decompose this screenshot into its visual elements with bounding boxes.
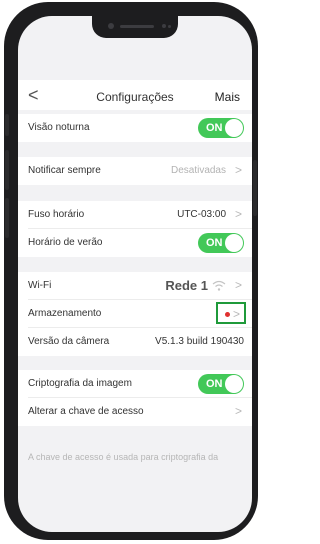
sensor-icon bbox=[162, 24, 166, 28]
screen: < Configurações Mais Visão noturna ON No… bbox=[18, 16, 252, 532]
phone-power-button bbox=[253, 160, 257, 216]
sensor-icon bbox=[168, 25, 171, 28]
phone-notch bbox=[92, 16, 178, 38]
speaker-icon bbox=[120, 25, 154, 28]
dst-toggle[interactable]: ON bbox=[198, 233, 244, 253]
setting-row-night-vision: Visão noturna ON bbox=[18, 114, 252, 142]
chevron-right-icon: > bbox=[234, 404, 242, 418]
toggle-knob bbox=[225, 234, 243, 252]
setting-label: Fuso horário bbox=[28, 209, 85, 220]
setting-row-change-key[interactable]: Alterar a chave de acesso > bbox=[18, 398, 252, 426]
setting-row-storage[interactable]: Armazenamento > bbox=[18, 300, 252, 328]
navigation-bar: < Configurações Mais bbox=[18, 80, 252, 110]
toggle-label: ON bbox=[206, 237, 223, 249]
toggle-knob bbox=[225, 375, 243, 393]
night-vision-toggle[interactable]: ON bbox=[198, 118, 244, 138]
setting-row-dst: Horário de verão ON bbox=[18, 229, 252, 257]
chevron-right-icon: > bbox=[234, 163, 242, 177]
chevron-right-icon: > bbox=[234, 278, 242, 292]
setting-label: Horário de verão bbox=[28, 237, 103, 248]
setting-row-timezone[interactable]: Fuso horário UTC-03:00 > bbox=[18, 201, 252, 229]
setting-label: Criptografia da imagem bbox=[28, 378, 132, 389]
wifi-icon bbox=[212, 280, 226, 291]
phone-side-button bbox=[5, 114, 9, 136]
setting-label: Versão da câmera bbox=[28, 336, 110, 347]
setting-value: Desativadas bbox=[170, 165, 226, 176]
image-encryption-toggle[interactable]: ON bbox=[198, 374, 244, 394]
wifi-network-name: Rede 1 bbox=[165, 278, 208, 293]
setting-label: Wi-Fi bbox=[28, 280, 52, 291]
red-dot-icon bbox=[225, 312, 230, 317]
phone-frame: < Configurações Mais Visão noturna ON No… bbox=[4, 2, 258, 540]
storage-status-highlight[interactable]: > bbox=[216, 302, 246, 324]
toggle-label: ON bbox=[206, 122, 223, 134]
camera-icon bbox=[108, 23, 114, 29]
setting-label: Visão noturna bbox=[28, 122, 90, 133]
setting-label: Armazenamento bbox=[28, 308, 102, 319]
setting-label: Alterar a chave de acesso bbox=[28, 406, 144, 417]
setting-value: V5.1.3 build 190430 bbox=[155, 336, 244, 347]
chevron-right-icon: > bbox=[233, 307, 241, 321]
setting-row-camera-version: Versão da câmera V5.1.3 build 190430 bbox=[18, 328, 252, 356]
setting-row-wifi[interactable]: Wi-Fi Rede 1 > bbox=[18, 272, 252, 300]
setting-value: UTC-03:00 bbox=[177, 209, 226, 220]
toggle-knob bbox=[225, 119, 243, 137]
phone-side-button bbox=[5, 150, 9, 190]
more-button[interactable]: Mais bbox=[215, 90, 240, 104]
setting-row-image-encryption: Criptografia da imagem ON bbox=[18, 370, 252, 398]
chevron-right-icon: > bbox=[234, 207, 242, 221]
toggle-label: ON bbox=[206, 378, 223, 390]
footer-note: A chave de acesso é usada para criptogra… bbox=[28, 452, 219, 462]
phone-side-button bbox=[5, 198, 9, 238]
setting-label: Notificar sempre bbox=[28, 165, 101, 176]
setting-row-notify-always[interactable]: Notificar sempre Desativadas > bbox=[18, 157, 252, 185]
